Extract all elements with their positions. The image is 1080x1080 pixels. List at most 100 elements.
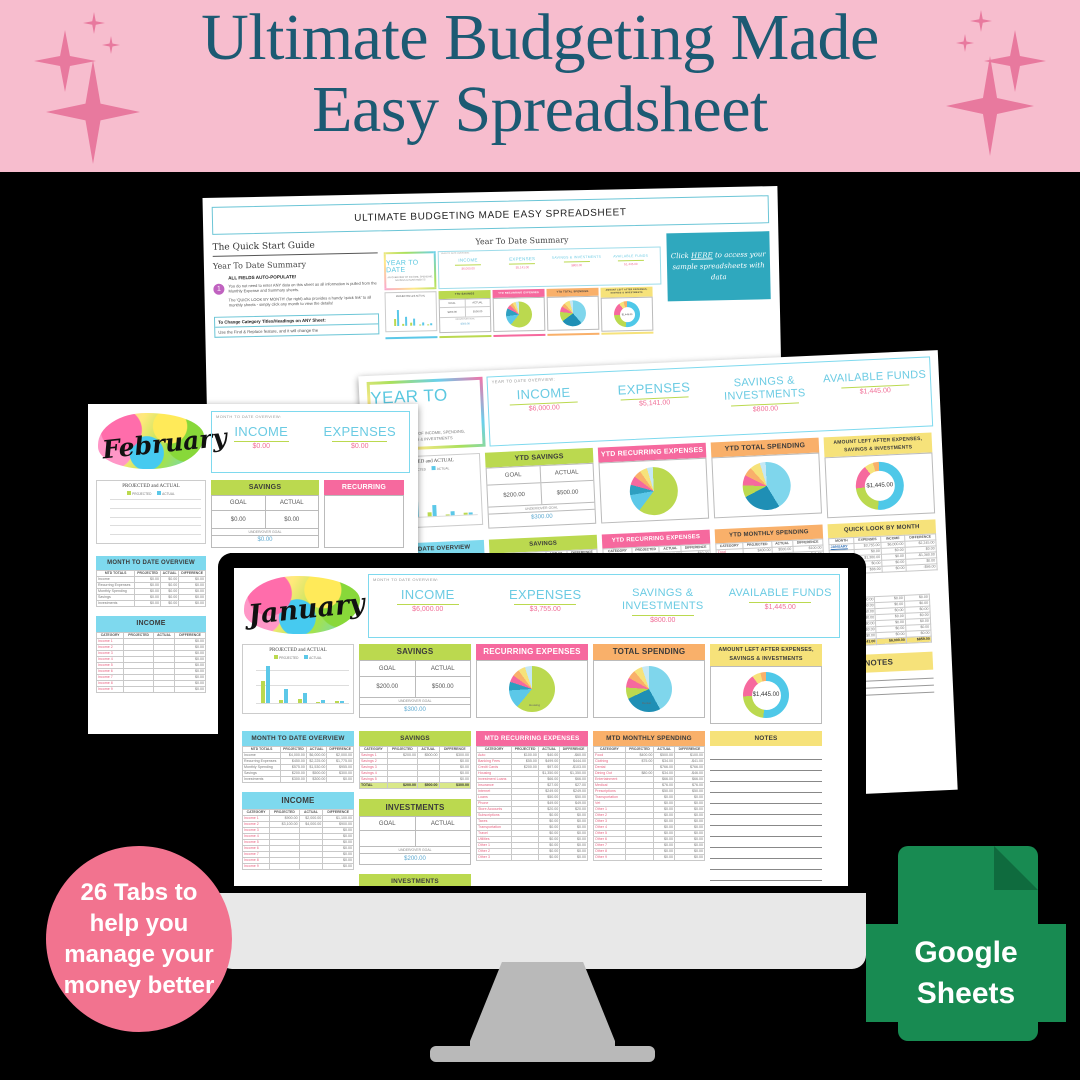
actual-label: ACTUAL — [539, 463, 594, 483]
january-col-spending[interactable]: MTD MONTHLY SPENDING CATEGORY PROJECTED AC… — [593, 731, 705, 861]
table[interactable]: CATEGORYPROJECTEDACTUALDIFFERENCE Auto$1… — [475, 746, 588, 861]
jan-kpi-savings: SAVINGS & INVESTMENTS $800.00 — [604, 584, 722, 637]
investments-title: INVESTMENTS — [359, 799, 471, 816]
ytd-preview[interactable]: YEAR TO DATE AN OVERVIEW OF INCOME, SPEN… — [383, 246, 662, 291]
chart-title: PROJECTED and ACTUAL — [122, 484, 180, 489]
january-col-recurring[interactable]: MTD RECURRING EXPENSES CATEGORY PROJECTED… — [475, 731, 588, 861]
callout-link[interactable]: HERE — [691, 251, 713, 259]
step-number: 1 — [216, 286, 221, 294]
actual-value: $500.00 — [414, 677, 471, 697]
january-available-card: AMOUNT LEFT AFTER EXPENSES, SAVINGS & IN… — [710, 644, 822, 724]
overview-label: MONTH TO DATE OVERVIEW: — [373, 577, 439, 582]
preview-donut-center: $1,445.00 — [619, 306, 635, 322]
preview-goal-value: $200.00 — [447, 310, 457, 314]
table[interactable]: MTD TOTALS PROJECTED ACTUAL DIFFERENCE Inco… — [95, 570, 206, 607]
ytd-kpi-available: AVAILABLE FUNDS $1,445.00 — [819, 365, 932, 430]
kpi-value: $3,755.00 — [529, 606, 561, 614]
table-total-row: TOTAL $200.00 $500.00 $300.00 — [359, 782, 472, 789]
bold-lead: ALL FIELDS AUTO-POPULATE! — [228, 274, 297, 281]
january-available-donut: $1,445.00 — [743, 672, 789, 718]
sample-spreadsheet-callout[interactable]: Click HERE to access your sample spreads… — [666, 231, 771, 302]
income-table[interactable]: CATEGORY PROJECTED ACTUAL DIFFERENCE Income… — [95, 632, 206, 693]
january-col-notes[interactable]: NOTES — [710, 731, 822, 881]
google-sheets-label-band: Google Sheets — [866, 924, 1066, 1022]
actual-label: ACTUAL — [264, 496, 319, 510]
table[interactable]: CATEGORYPROJECTEDACTUALDIFFERENCE Food$4… — [593, 746, 705, 861]
january-col-overview[interactable]: MONTH TO DATE OVERVIEW MTD TOTALS PROJECT… — [241, 731, 354, 870]
ytd-available-card: AMOUNT LEFT AFTER EXPENSES, SAVINGS & IN… — [823, 432, 936, 519]
preview-bar-chart: PROJECTED and ACTUAL — [384, 291, 438, 333]
preview-kpi-value: $800.00 — [571, 263, 583, 268]
table-row: Other 9 $0.00 $0.00 — [593, 854, 705, 861]
tabs-count-badge: 26 Tabs to help you manage your money be… — [46, 846, 232, 1032]
para-2: The 'QUICK LOOK BY MONTH' (far right) al… — [228, 294, 372, 308]
kpi-label: INCOME — [234, 424, 289, 439]
preview-kpi-label: INCOME — [458, 257, 478, 263]
table[interactable]: MTD TOTALS PROJECTED ACTUAL DIFFERENCE Inco… — [241, 746, 354, 783]
table[interactable]: CATEGORYPROJECTEDACTUALDIFFERENCE Saving… — [359, 746, 472, 789]
preview-pie-chart — [505, 301, 533, 328]
kpi-value: $1,445.00 — [764, 604, 796, 612]
ytd-spending-card: YTD TOTAL SPENDING — [710, 437, 823, 524]
preview-kpi-value: $5,141.00 — [515, 265, 530, 270]
kpi-value: $6,000.00 — [412, 606, 444, 614]
google-sheets-badge: Google Sheets — [866, 838, 1066, 1048]
underover-label: UNDER/OVER GOAL — [360, 698, 470, 705]
table-title: MTD RECURRING EXPENSES — [476, 731, 588, 746]
kpi-value: $5,141.00 — [638, 399, 671, 408]
goal-label: GOAL — [504, 472, 522, 479]
income-title: INCOME — [242, 792, 354, 809]
preview-caption: Year To Date Summary — [475, 235, 569, 247]
page-title: Ultimate Budgeting Made Easy Spreadsheet — [0, 2, 1080, 146]
underover-label: UNDER/OVER GOAL — [212, 529, 318, 536]
kpi-label: SAVINGS & INVESTMENTS — [621, 587, 704, 612]
notes-area[interactable] — [710, 749, 822, 881]
table-row: Recurring Expenses $450.00 $2,225.00 $1,775… — [241, 758, 354, 765]
tabs-badge-text: 26 Tabs to help you manage your money be… — [63, 879, 215, 999]
notes-title: NOTES — [710, 731, 822, 746]
preview-kpi-label: EXPENSES — [509, 256, 536, 262]
callout-pre: Click — [670, 251, 692, 260]
kpi-label: EXPENSES — [509, 587, 582, 602]
kpi-value: $1,445.00 — [859, 387, 892, 396]
monitor-stand — [470, 962, 615, 1054]
income-table[interactable]: CATEGORY PROJECTED ACTUAL DIFFERENCE Income… — [241, 809, 354, 870]
january-sheet[interactable]: January MONTH TO DATE OVERVIEW: INCOME $6… — [234, 568, 848, 886]
kpi-label: EXPENSES — [323, 424, 396, 439]
preview-kpi-label: SAVINGS & INVESTMENTS — [551, 254, 602, 260]
preview-card-savings: YTD SAVINGS GOAL ACTUAL $200.00 $500.00 UN… — [438, 290, 492, 335]
col-header: PROJECTED — [280, 746, 307, 753]
february-savings-card: SAVINGS GOAL ACTUAL $0.00 $0.00 UNDER/OVER… — [211, 480, 319, 548]
preview-goal-label: GOAL — [448, 301, 456, 305]
table-row: Income 9 $0.00 — [95, 686, 206, 693]
actual-label: ACTUAL — [414, 661, 471, 676]
january-spending-card: TOTAL SPENDING Dental — [593, 644, 705, 724]
goal-label: GOAL — [378, 665, 396, 672]
underover-value: $200.00 — [404, 856, 426, 862]
col-header: DIFFERENCE — [559, 746, 588, 753]
legend-projected: PROJECTED — [127, 491, 151, 496]
income-title: INCOME — [96, 616, 206, 632]
quick-start-subheading: Year To Date Summary — [212, 260, 307, 272]
kpi-value: $6,000.00 — [528, 404, 560, 413]
preview-card-spending: YTD TOTAL SPENDING — [546, 287, 600, 333]
table-title: MTD MONTHLY SPENDING — [593, 731, 705, 746]
col-header: PROJECTED — [511, 746, 539, 753]
february-overview-table[interactable]: MONTH TO DATE OVERVIEW MTD TOTALS PROJECT… — [95, 556, 206, 693]
para-1: You do not need to enter ANY data on thi… — [228, 280, 377, 294]
col-header: DIFFERENCE — [326, 746, 354, 753]
underover-value: $300.00 — [404, 707, 426, 713]
january-col-savings[interactable]: SAVINGS CATEGORY PROJECTED ACTUAL DIFFERENC… — [359, 731, 472, 886]
january-spending-pie — [626, 666, 672, 712]
pie-label: Dental — [642, 701, 651, 705]
preview-card-recurring: YTD RECURRING EXPENSES — [492, 288, 546, 334]
table-title: MONTH TO DATE OVERVIEW — [96, 556, 206, 570]
actual-value: $500.00 — [539, 480, 595, 505]
kpi-label: INCOME — [516, 384, 571, 403]
kpi-label: EXPENSES — [617, 379, 691, 398]
kpi-label: AVAILABLE FUNDS — [728, 587, 832, 599]
preview-pie-chart — [559, 300, 587, 327]
ytd-spending-pie — [741, 460, 792, 511]
step-number-badge: 1 — [213, 284, 225, 296]
table-row: Other 3 $0.00 $0.00 — [475, 854, 588, 861]
